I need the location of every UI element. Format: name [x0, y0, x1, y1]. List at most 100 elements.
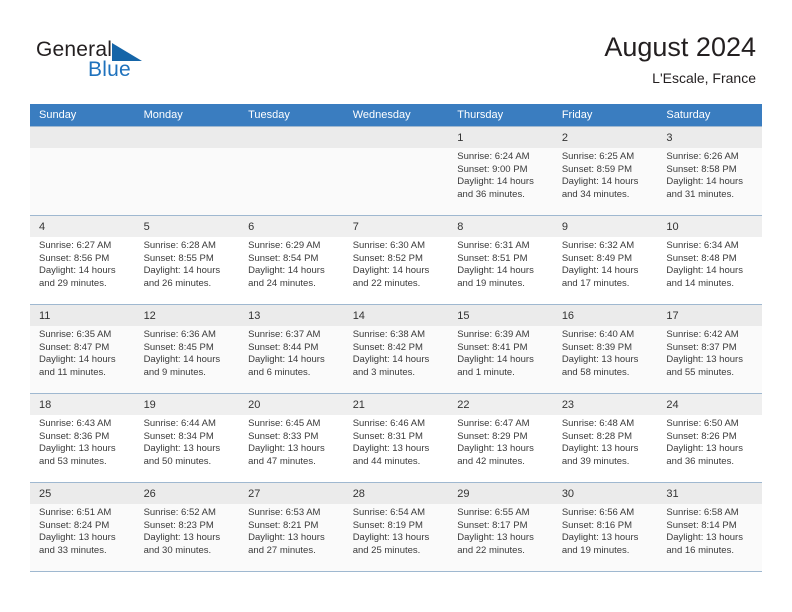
- day-number: 23: [552, 394, 658, 415]
- calendar-day-cell[interactable]: 10 Sunrise: 6:34 AM Sunset: 8:48 PM Dayligh…: [657, 215, 762, 305]
- calendar-day-cell[interactable]: 15 Sunrise: 6:39 AM Sunset: 8:41 PM Dayligh…: [448, 304, 553, 394]
- sun-info-sunrise: Sunrise: 6:43 AM: [39, 418, 112, 429]
- calendar-day-cell[interactable]: 13 Sunrise: 6:37 AM Sunset: 8:44 PM Dayligh…: [239, 304, 344, 394]
- sun-info-daylight2: and 22 minutes.: [457, 544, 525, 556]
- sun-info-sunrise: Sunrise: 6:39 AM: [457, 329, 530, 340]
- calendar-day-cell[interactable]: 31 Sunrise: 6:58 AM Sunset: 8:14 PM Dayligh…: [657, 482, 762, 572]
- sun-info-daylight1: Daylight: 14 hours: [39, 354, 116, 366]
- sun-info-sunset: Sunset: 8:59 PM: [561, 163, 633, 175]
- calendar-week-row: 4 Sunrise: 6:27 AM Sunset: 8:56 PM Daylight…: [30, 215, 762, 305]
- calendar-header-row: Sunday Monday Tuesday Wednesday Thursday…: [30, 104, 762, 127]
- sun-info-sunrise: Sunrise: 6:26 AM: [666, 151, 739, 162]
- calendar-day-cell[interactable]: 18 Sunrise: 6:43 AM Sunset: 8:36 PM Dayligh…: [30, 393, 135, 483]
- day-number: 15: [448, 305, 553, 326]
- sun-info-daylight1: Daylight: 14 hours: [143, 354, 221, 366]
- day-number: 11: [30, 305, 135, 326]
- day-number: 2: [552, 127, 658, 148]
- sun-info: Sunrise: 6:25 AM Sunset: 8:59 PM Daylight:…: [553, 148, 658, 201]
- sun-info-daylight1: Daylight: 13 hours: [352, 532, 430, 544]
- sun-info-daylight1: Daylight: 13 hours: [248, 532, 325, 544]
- calendar-page: General Blue August 2024 L'Escale, Franc…: [0, 0, 792, 612]
- sun-info: Sunrise: 6:40 AM Sunset: 8:39 PM Daylight:…: [553, 326, 658, 379]
- sun-info-sunrise: Sunrise: 6:46 AM: [352, 418, 426, 429]
- sun-info-daylight2: and 31 minutes.: [666, 188, 734, 200]
- sun-info: Sunrise: 6:51 AM Sunset: 8:24 PM Daylight:…: [30, 504, 135, 557]
- sun-info-sunrise: Sunrise: 6:53 AM: [248, 507, 321, 518]
- sun-info-sunrise: Sunrise: 6:48 AM: [561, 418, 635, 429]
- calendar-day-cell[interactable]: 26 Sunrise: 6:52 AM Sunset: 8:23 PM Dayligh…: [134, 482, 240, 572]
- day-number: 28: [343, 483, 449, 504]
- calendar-day-cell[interactable]: 25 Sunrise: 6:51 AM Sunset: 8:24 PM Dayligh…: [30, 482, 135, 572]
- day-number: 3: [657, 127, 762, 148]
- sun-info: Sunrise: 6:54 AM Sunset: 8:19 PM Daylight:…: [344, 504, 449, 557]
- sun-info-sunset: Sunset: 8:49 PM: [561, 252, 633, 264]
- calendar-day-cell[interactable]: 3 Sunrise: 6:26 AM Sunset: 8:58 PM Daylight…: [657, 126, 762, 216]
- calendar-day-cell[interactable]: 22 Sunrise: 6:47 AM Sunset: 8:29 PM Dayligh…: [448, 393, 553, 483]
- sun-info-daylight1: Daylight: 13 hours: [457, 532, 534, 544]
- day-number: 22: [448, 394, 553, 415]
- sun-info-daylight1: Daylight: 14 hours: [39, 265, 116, 277]
- calendar-day-cell[interactable]: 16 Sunrise: 6:40 AM Sunset: 8:39 PM Dayligh…: [552, 304, 658, 394]
- day-number: 1: [448, 127, 553, 148]
- sun-info: Sunrise: 6:45 AM Sunset: 8:33 PM Daylight:…: [239, 415, 344, 468]
- sun-info-sunset: Sunset: 8:17 PM: [457, 519, 528, 531]
- sun-info-sunrise: Sunrise: 6:32 AM: [561, 240, 635, 251]
- calendar-day-cell[interactable]: 29 Sunrise: 6:55 AM Sunset: 8:17 PM Dayligh…: [448, 482, 553, 572]
- weekday-header-thursday: Thursday: [448, 104, 553, 127]
- calendar-day-cell[interactable]: 4 Sunrise: 6:27 AM Sunset: 8:56 PM Daylight…: [30, 215, 135, 305]
- sun-info: Sunrise: 6:56 AM Sunset: 8:16 PM Daylight:…: [553, 504, 658, 557]
- sun-info-sunrise: Sunrise: 6:50 AM: [666, 418, 739, 429]
- sun-info-daylight2: and 17 minutes.: [561, 277, 630, 289]
- sun-info: Sunrise: 6:32 AM Sunset: 8:49 PM Daylight:…: [553, 237, 658, 290]
- weekday-header-saturday: Saturday: [657, 104, 762, 127]
- sun-info: Sunrise: 6:52 AM Sunset: 8:23 PM Daylight:…: [135, 504, 240, 557]
- sun-info-sunset: Sunset: 8:28 PM: [561, 430, 633, 442]
- calendar-day-cell[interactable]: 9 Sunrise: 6:32 AM Sunset: 8:49 PM Daylight…: [552, 215, 658, 305]
- calendar-day-cell[interactable]: 8 Sunrise: 6:31 AM Sunset: 8:51 PM Daylight…: [448, 215, 553, 305]
- sun-info-daylight1: Daylight: 14 hours: [457, 265, 534, 277]
- sun-info: Sunrise: 6:27 AM Sunset: 8:56 PM Daylight:…: [30, 237, 135, 290]
- calendar-day-cell[interactable]: 2 Sunrise: 6:25 AM Sunset: 8:59 PM Daylight…: [552, 126, 658, 216]
- calendar-day-cell[interactable]: 30 Sunrise: 6:56 AM Sunset: 8:16 PM Dayligh…: [552, 482, 658, 572]
- calendar-week-row: 18 Sunrise: 6:43 AM Sunset: 8:36 PM Dayligh…: [30, 393, 762, 483]
- sun-info-sunset: Sunset: 8:58 PM: [666, 163, 737, 175]
- sun-info-daylight2: and 24 minutes.: [248, 277, 316, 289]
- sun-info-sunset: Sunset: 8:41 PM: [457, 341, 528, 353]
- sun-info-sunrise: Sunrise: 6:51 AM: [39, 507, 112, 518]
- weekday-header-sunday: Sunday: [30, 104, 135, 127]
- calendar-day-cell[interactable]: 19 Sunrise: 6:44 AM Sunset: 8:34 PM Dayligh…: [134, 393, 240, 483]
- sun-info: Sunrise: 6:24 AM Sunset: 9:00 PM Daylight:…: [448, 148, 553, 201]
- sun-info: Sunrise: 6:35 AM Sunset: 8:47 PM Daylight:…: [30, 326, 135, 379]
- calendar-day-cell[interactable]: 6 Sunrise: 6:29 AM Sunset: 8:54 PM Daylight…: [239, 215, 344, 305]
- day-number: [343, 127, 449, 148]
- calendar-day-cell[interactable]: 17 Sunrise: 6:42 AM Sunset: 8:37 PM Dayligh…: [657, 304, 762, 394]
- calendar-day-cell[interactable]: 14 Sunrise: 6:38 AM Sunset: 8:42 PM Dayligh…: [343, 304, 449, 394]
- calendar-day-cell[interactable]: 5 Sunrise: 6:28 AM Sunset: 8:55 PM Daylight…: [134, 215, 240, 305]
- sun-info-sunset: Sunset: 8:54 PM: [248, 252, 319, 264]
- sun-info-daylight1: Daylight: 13 hours: [561, 532, 639, 544]
- sun-info-sunset: Sunset: 8:52 PM: [352, 252, 423, 264]
- sun-info-daylight1: Daylight: 14 hours: [457, 354, 534, 366]
- sun-info-sunrise: Sunrise: 6:38 AM: [352, 329, 426, 340]
- calendar-day-cell[interactable]: 7 Sunrise: 6:30 AM Sunset: 8:52 PM Daylight…: [343, 215, 449, 305]
- calendar-day-cell[interactable]: 11 Sunrise: 6:35 AM Sunset: 8:47 PM Dayligh…: [30, 304, 135, 394]
- calendar-day-cell[interactable]: 27 Sunrise: 6:53 AM Sunset: 8:21 PM Dayligh…: [239, 482, 344, 572]
- sun-info-sunrise: Sunrise: 6:52 AM: [143, 507, 216, 518]
- general-blue-logo[interactable]: General Blue: [36, 38, 236, 88]
- weekday-header-monday: Monday: [134, 104, 240, 127]
- sun-info-sunset: Sunset: 8:31 PM: [352, 430, 423, 442]
- calendar-day-cell[interactable]: 1 Sunrise: 6:24 AM Sunset: 9:00 PM Daylight…: [448, 126, 553, 216]
- calendar-day-cell[interactable]: 23 Sunrise: 6:48 AM Sunset: 8:28 PM Dayligh…: [552, 393, 658, 483]
- day-number: 17: [657, 305, 762, 326]
- calendar-day-cell[interactable]: 24 Sunrise: 6:50 AM Sunset: 8:26 PM Dayligh…: [657, 393, 762, 483]
- sun-info-daylight2: and 6 minutes.: [248, 366, 311, 378]
- sun-info-daylight1: Daylight: 14 hours: [248, 354, 325, 366]
- calendar-day-cell[interactable]: 20 Sunrise: 6:45 AM Sunset: 8:33 PM Dayligh…: [239, 393, 344, 483]
- sun-info-sunrise: Sunrise: 6:25 AM: [561, 151, 635, 162]
- calendar-day-cell[interactable]: 12 Sunrise: 6:36 AM Sunset: 8:45 PM Dayligh…: [134, 304, 240, 394]
- calendar-day-cell[interactable]: 21 Sunrise: 6:46 AM Sunset: 8:31 PM Dayligh…: [343, 393, 449, 483]
- sun-info-daylight1: Daylight: 14 hours: [352, 265, 430, 277]
- calendar-day-cell[interactable]: 28 Sunrise: 6:54 AM Sunset: 8:19 PM Dayligh…: [343, 482, 449, 572]
- sun-info-sunrise: Sunrise: 6:40 AM: [561, 329, 635, 340]
- sun-info-sunrise: Sunrise: 6:29 AM: [248, 240, 321, 251]
